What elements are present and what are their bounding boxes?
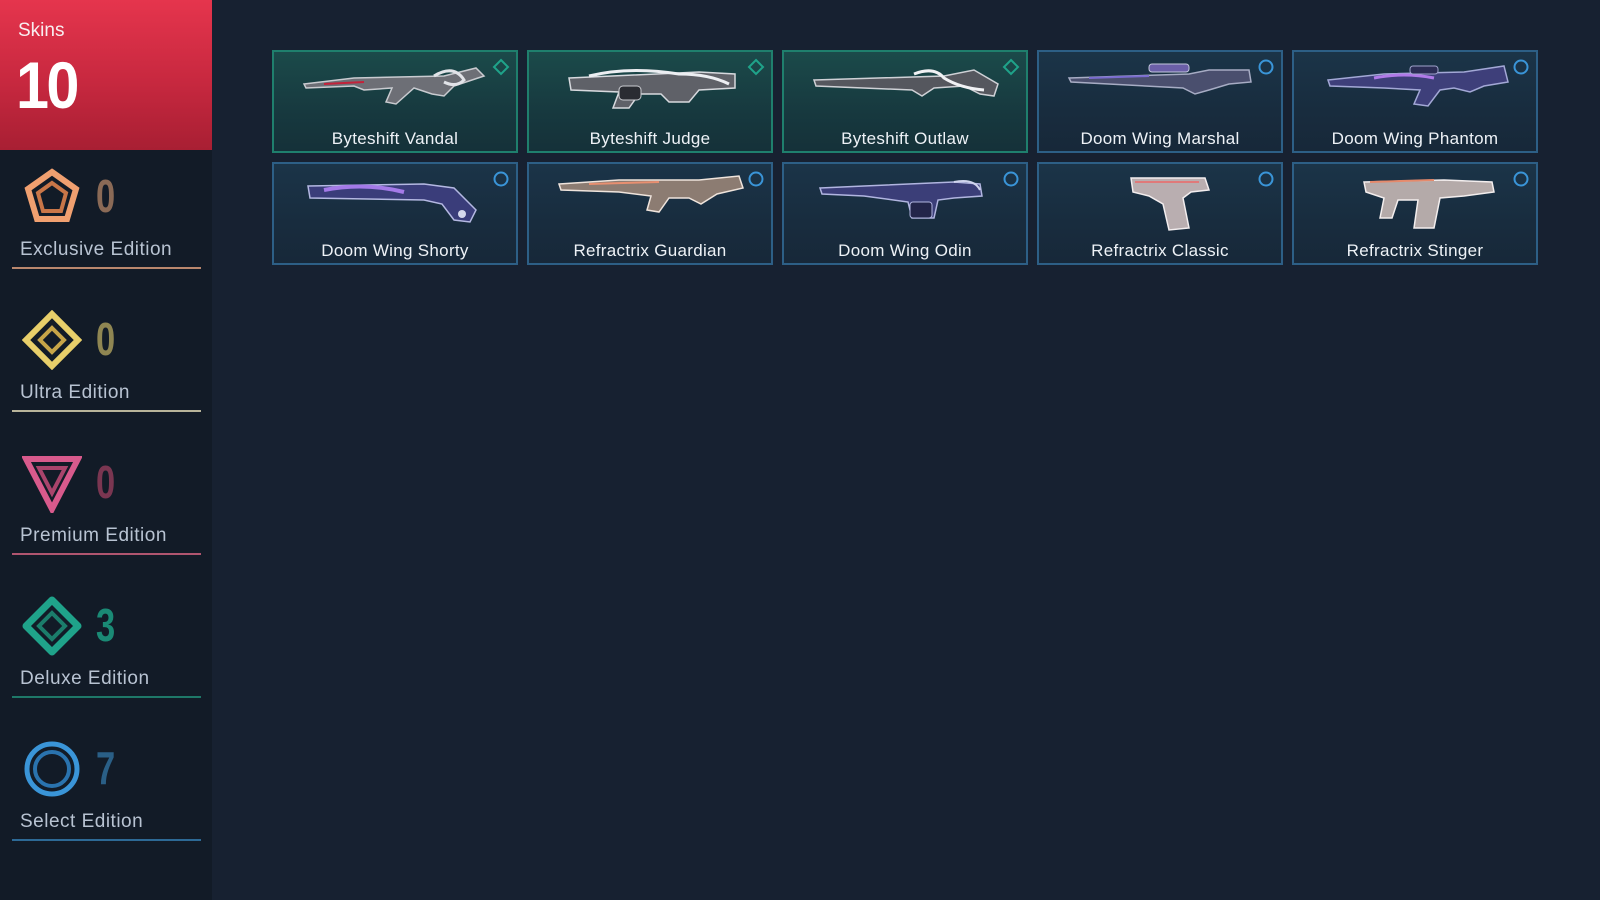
select-edition-icon bbox=[22, 739, 82, 799]
select-edition-icon bbox=[492, 170, 510, 188]
skin-name: Doom Wing Phantom bbox=[1331, 129, 1499, 148]
skin-grid: Byteshift Vandal Byteshift Judge Byteshi… bbox=[272, 50, 1538, 265]
skin-name: Refractrix Classic bbox=[1091, 241, 1229, 260]
skin-card[interactable]: Byteshift Judge bbox=[527, 50, 773, 153]
skins-total-panel: Skins 10 bbox=[0, 0, 212, 150]
skin-card[interactable]: Refractrix Stinger bbox=[1292, 162, 1538, 265]
exclusive-edition-icon bbox=[22, 167, 82, 227]
exclusive-edition-count: 0 bbox=[96, 170, 116, 222]
skin-name: Byteshift Outlaw bbox=[841, 129, 969, 148]
premium-edition-count: 0 bbox=[96, 456, 116, 508]
sniper-icon bbox=[804, 56, 1004, 122]
skin-card[interactable]: Byteshift Vandal bbox=[272, 50, 518, 153]
select-edition-icon bbox=[1512, 170, 1530, 188]
skin-name: Byteshift Judge bbox=[589, 129, 711, 148]
skin-name: Refractrix Guardian bbox=[573, 241, 727, 260]
skin-card[interactable]: Doom Wing Shorty bbox=[272, 162, 518, 265]
premium-edition-divider bbox=[12, 553, 201, 555]
ultra-edition-divider bbox=[12, 410, 201, 412]
sniper-icon bbox=[1059, 56, 1259, 122]
skin-name: Doom Wing Odin bbox=[838, 241, 972, 260]
deluxe-edition-icon bbox=[22, 596, 82, 656]
skin-name: Doom Wing Shorty bbox=[321, 241, 469, 260]
premium-edition-icon bbox=[22, 453, 82, 513]
rifle-icon bbox=[1314, 56, 1514, 122]
ultra-edition-label: Ultra Edition bbox=[20, 382, 130, 403]
skin-card[interactable]: Doom Wing Marshal bbox=[1037, 50, 1283, 153]
skin-name: Byteshift Vandal bbox=[331, 129, 459, 148]
skin-name: Refractrix Stinger bbox=[1346, 241, 1484, 260]
select-edition-divider bbox=[12, 839, 201, 841]
pistol-icon bbox=[1059, 168, 1259, 234]
edition-deluxe[interactable]: 3 Deluxe Edition bbox=[0, 596, 212, 706]
skins-total-label: Skins bbox=[18, 20, 65, 41]
select-edition-icon bbox=[1512, 58, 1530, 76]
exclusive-edition-label: Exclusive Edition bbox=[20, 239, 173, 260]
select-edition-icon bbox=[1257, 170, 1275, 188]
skin-card[interactable]: Refractrix Classic bbox=[1037, 162, 1283, 265]
deluxe-edition-icon bbox=[492, 58, 510, 76]
edition-sidebar: Skins 10 0 Exclusive Edition 0 Ultra Edi… bbox=[0, 0, 212, 900]
ultra-edition-count: 0 bbox=[96, 313, 116, 365]
select-edition-icon bbox=[747, 170, 765, 188]
edition-ultra[interactable]: 0 Ultra Edition bbox=[0, 310, 212, 420]
edition-premium[interactable]: 0 Premium Edition bbox=[0, 453, 212, 563]
rifle-icon bbox=[294, 56, 494, 122]
skin-card[interactable]: Refractrix Guardian bbox=[527, 162, 773, 265]
edition-select[interactable]: 7 Select Edition bbox=[0, 739, 212, 849]
deluxe-edition-divider bbox=[12, 696, 201, 698]
shotgun-icon bbox=[294, 168, 494, 234]
skin-card[interactable]: Byteshift Outlaw bbox=[782, 50, 1028, 153]
smg-icon bbox=[1314, 168, 1514, 234]
exclusive-edition-divider bbox=[12, 267, 201, 269]
skins-total-count: 10 bbox=[16, 48, 79, 122]
machine-gun-icon bbox=[804, 168, 1004, 234]
premium-edition-label: Premium Edition bbox=[20, 525, 167, 546]
select-edition-icon bbox=[1257, 58, 1275, 76]
select-edition-label: Select Edition bbox=[20, 811, 144, 832]
deluxe-edition-count: 3 bbox=[96, 599, 116, 651]
rifle-icon bbox=[549, 168, 749, 234]
edition-exclusive[interactable]: 0 Exclusive Edition bbox=[0, 167, 212, 277]
select-edition-count: 7 bbox=[96, 742, 116, 794]
deluxe-edition-icon bbox=[747, 58, 765, 76]
deluxe-edition-icon bbox=[1002, 58, 1020, 76]
deluxe-edition-label: Deluxe Edition bbox=[20, 668, 150, 689]
select-edition-icon bbox=[1002, 170, 1020, 188]
ultra-edition-icon bbox=[22, 310, 82, 370]
shotgun-icon bbox=[549, 56, 749, 122]
skin-card[interactable]: Doom Wing Odin bbox=[782, 162, 1028, 265]
skin-card[interactable]: Doom Wing Phantom bbox=[1292, 50, 1538, 153]
skin-name: Doom Wing Marshal bbox=[1080, 129, 1240, 148]
